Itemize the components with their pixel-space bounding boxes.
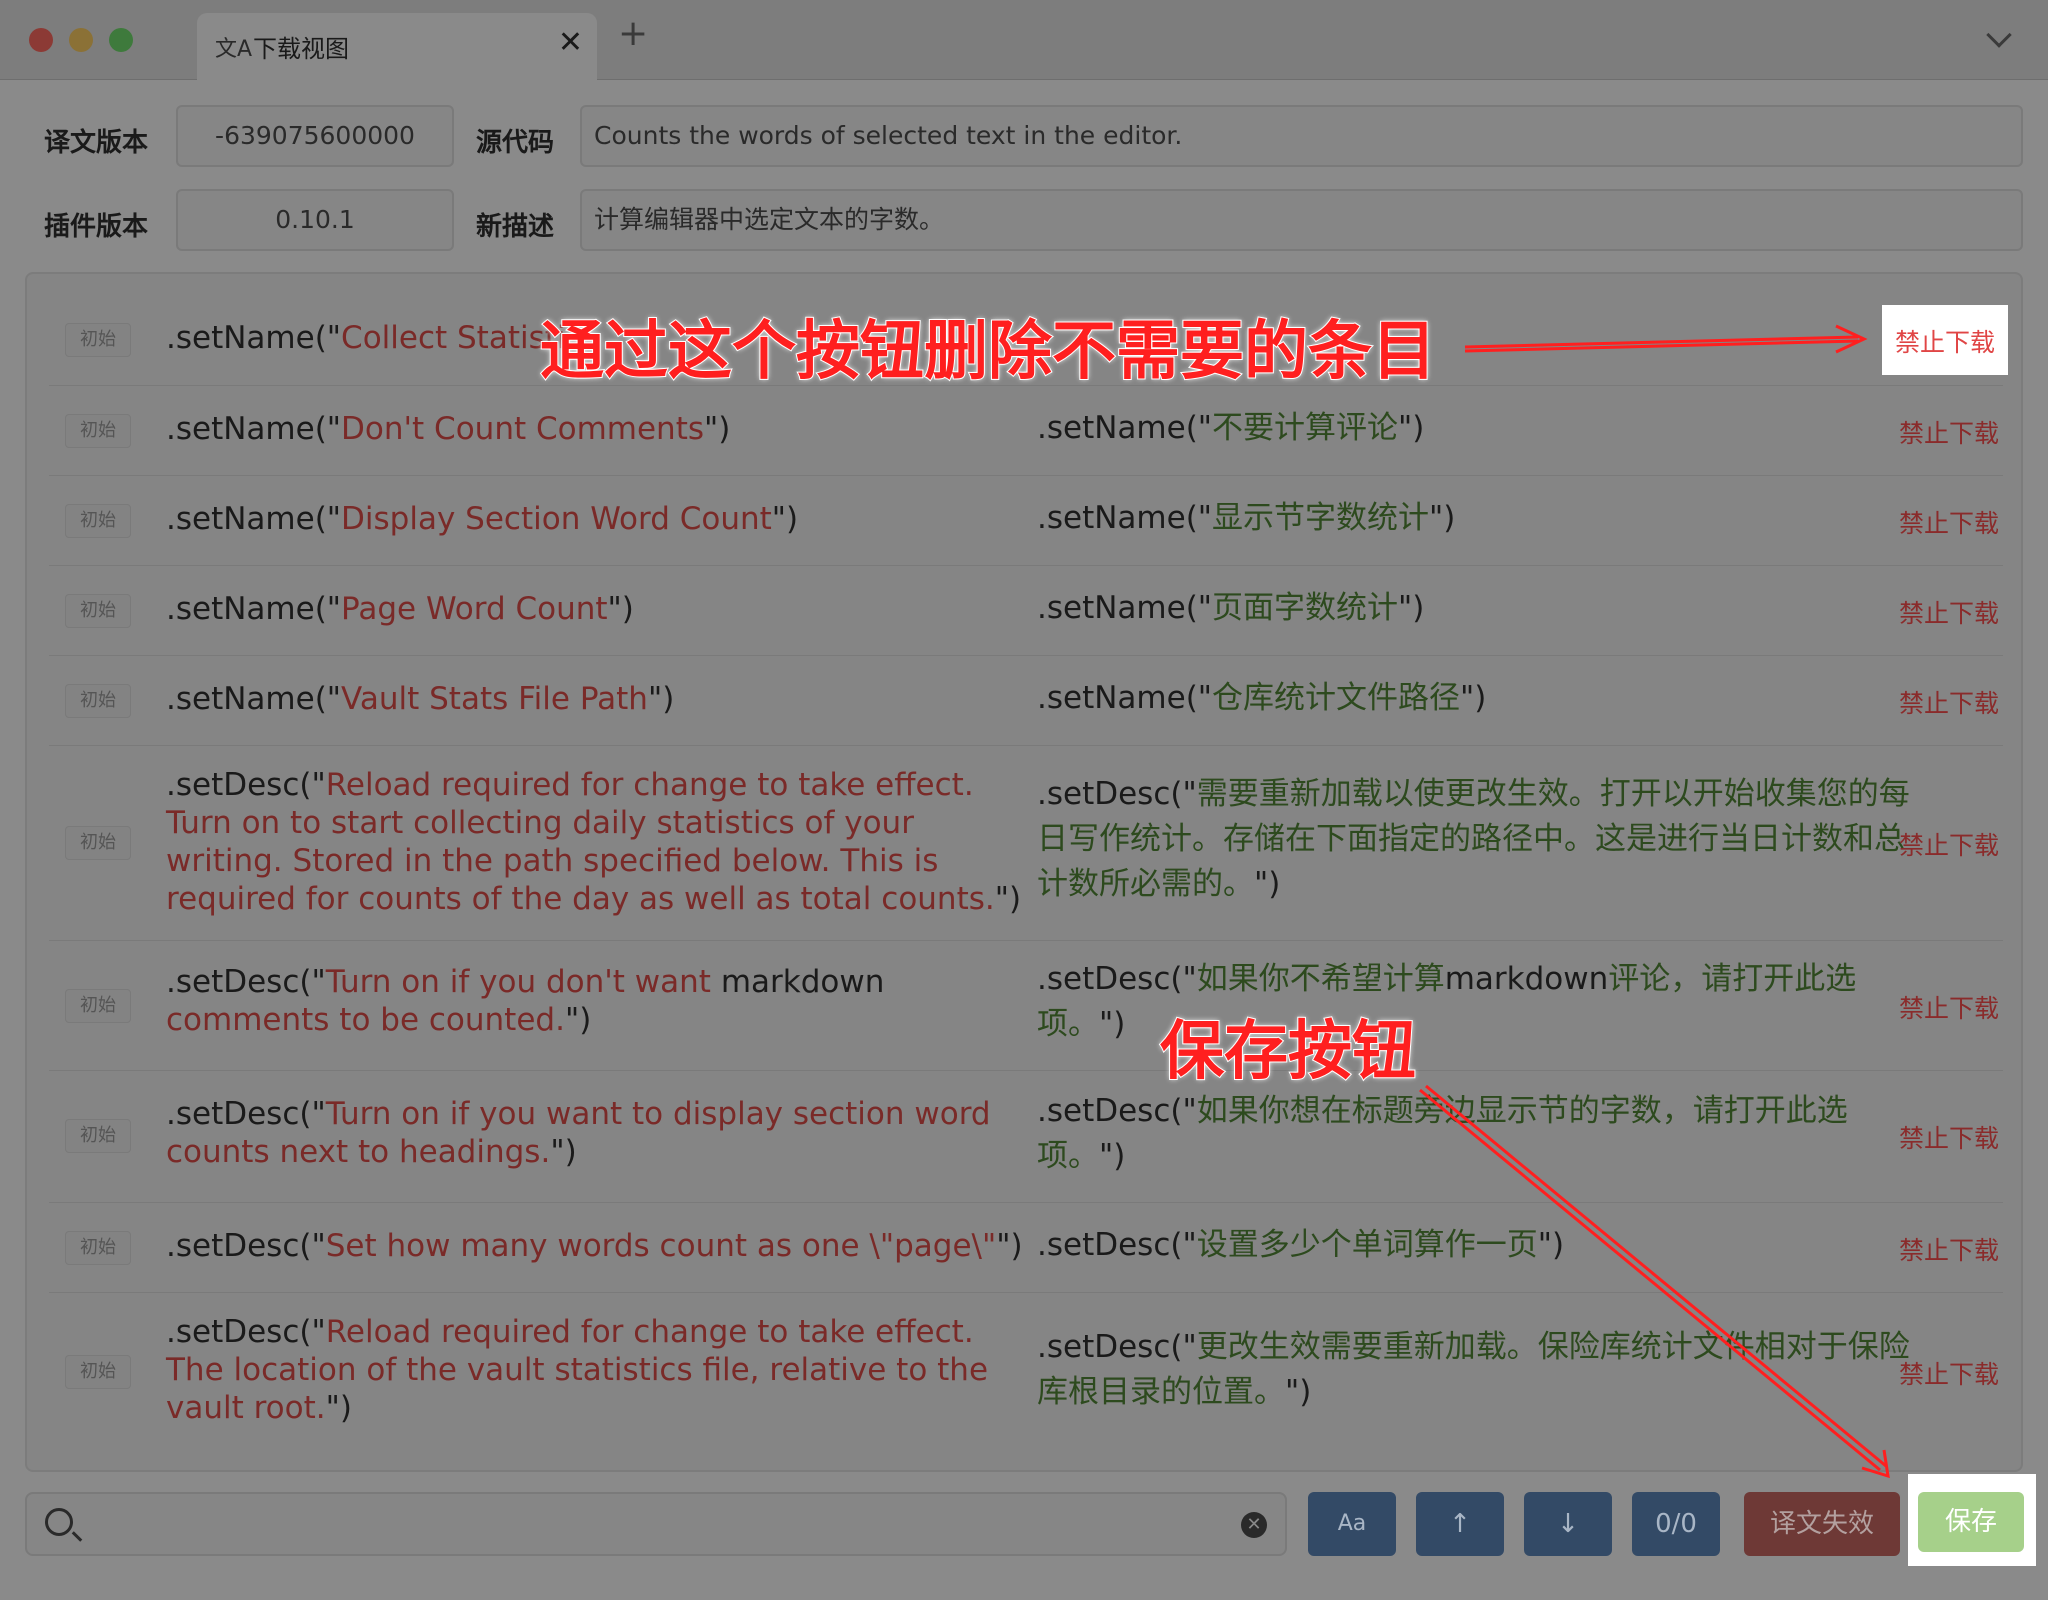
ban-download-button[interactable]: 禁止下载 [1899,1231,1999,1267]
save-hint-annotation: 保存按钮 [1159,1014,1417,1090]
save-button-highlight: 保存 [1908,1474,2036,1566]
add-tab-icon[interactable]: + [618,16,648,52]
source-text: .setDesc("Set how many words count as on… [166,1228,1023,1264]
title-bar: 文A 下载视图 ✕ + [0,0,2048,80]
translate-icon: 文A [215,37,253,62]
translation-text[interactable]: .setDesc("需要重新加载以使更改生效。打开以开始收集您的每日写作统计。存… [1037,772,1917,907]
ban-download-button[interactable]: 禁止下载 [1899,989,1999,1025]
list-item: 初始 .setName("Don't Count Comments") .set… [49,385,2003,475]
status-badge: 初始 [65,989,131,1023]
chevron-down-icon[interactable] [1986,22,2012,48]
clear-search-icon[interactable]: ✕ [1241,1512,1267,1538]
search-icon [45,1508,73,1536]
translation-text[interactable]: .setName("显示节字数统计") [1037,496,1917,541]
list-item: 初始 .setDesc("Reload required for change … [49,745,2003,940]
status-badge: 初始 [65,684,131,718]
match-count: 0/0 [1632,1492,1720,1556]
status-badge: 初始 [65,1355,131,1389]
next-match-button[interactable]: ↓ [1524,1492,1612,1556]
source-label: 源代码 [476,128,555,158]
source-text: .setDesc("Turn on if you want to display… [166,1096,991,1170]
translation-version-field[interactable]: -639075600000 [176,105,454,167]
ban-download-label: 禁止下载 [1895,328,1996,357]
source-desc-field[interactable]: Counts the words of selected text in the… [580,105,2023,167]
ban-download-button[interactable]: 禁止下载 [1899,594,1999,630]
translation-text[interactable]: .setDesc("更改生效需要重新加载。保险库统计文件相对于保险库根目录的位置… [1037,1325,1917,1415]
list-item: 初始 .setName("Display Section Word Count"… [49,475,2003,565]
ban-download-button-highlighted[interactable]: 禁止下载 [1882,305,2008,375]
translation-text[interactable]: .setDesc("如果你想在标题旁边显示节的字数，请打开此选项。") [1037,1089,1917,1179]
ban-download-button[interactable]: 禁止下载 [1899,826,1999,862]
status-badge: 初始 [65,504,131,538]
new-desc-label: 新描述 [476,212,555,242]
status-badge: 初始 [65,1231,131,1265]
list-item: 初始 .setDesc("Set how many words count as… [49,1202,2003,1292]
list-item: 初始 .setName("Page Word Count") .setName(… [49,565,2003,655]
tab-title: 下载视图 [253,35,349,63]
close-window-button[interactable] [29,28,53,52]
previous-match-button[interactable]: ↑ [1416,1492,1504,1556]
status-badge: 初始 [65,1119,131,1153]
plugin-version-label: 插件版本 [44,212,149,242]
source-text: .setDesc("Reload required for change to … [166,1314,989,1426]
search-bar: ✕ [25,1492,1287,1556]
translation-text[interactable]: .setName("仓库统计文件路径") [1037,676,1917,721]
match-case-button[interactable]: Aa [1308,1492,1396,1556]
app-window: 文A 下载视图 ✕ + 译文版本 -639075600000 插件版本 0.10… [0,0,2048,1600]
source-text: .setName("Display Section Word Count") [166,501,799,537]
ban-download-button[interactable]: 禁止下载 [1899,684,1999,720]
status-badge: 初始 [65,323,131,357]
zoom-window-button[interactable] [109,28,133,52]
source-text: .setDesc("Reload required for change to … [166,767,1022,917]
source-text: .setName("Vault Stats File Path") [166,681,675,717]
status-badge: 初始 [65,826,131,860]
ban-download-button[interactable]: 禁止下载 [1899,414,1999,450]
translation-text[interactable]: .setDesc("设置多少个单词算作一页") [1037,1223,1917,1268]
delete-hint-annotation: 通过这个按钮删除不需要的条目 [539,314,1437,390]
invalidate-translation-button[interactable]: 译文失效 [1744,1492,1900,1556]
save-button[interactable]: 保存 [1918,1492,2024,1552]
search-input[interactable] [87,1502,1227,1546]
translation-text[interactable]: .setName("不要计算评论") [1037,406,1917,451]
plugin-version-field[interactable]: 0.10.1 [176,189,454,251]
status-badge: 初始 [65,594,131,628]
minimize-window-button[interactable] [69,28,93,52]
list-item: 初始 .setName("Vault Stats File Path") .se… [49,655,2003,745]
status-badge: 初始 [65,414,131,448]
source-text: .setName("Page Word Count") [166,591,634,627]
list-item: 初始 .setDesc("Reload required for change … [49,1292,2003,1452]
translation-list[interactable]: 初始 .setName("Collect Statisti 初始 .setNam… [25,272,2023,1472]
tab-download-view[interactable]: 文A 下载视图 ✕ [197,13,597,80]
list-item: 初始 .setDesc("Turn on if you don't want m… [49,940,2003,1070]
translation-version-label: 译文版本 [44,128,149,158]
close-icon[interactable]: ✕ [558,25,583,60]
translation-text[interactable]: .setName("页面字数统计") [1037,586,1917,631]
source-text: .setDesc("Turn on if you don't want mark… [166,964,885,1038]
ban-download-button[interactable]: 禁止下载 [1899,504,1999,540]
ban-download-button[interactable]: 禁止下载 [1899,1119,1999,1155]
new-desc-field[interactable]: 计算编辑器中选定文本的字数。 [580,189,2023,251]
list-item: 初始 .setDesc("Turn on if you want to disp… [49,1070,2003,1202]
source-text: .setName("Don't Count Comments") [166,411,731,447]
ban-download-button[interactable]: 禁止下载 [1899,1355,1999,1391]
